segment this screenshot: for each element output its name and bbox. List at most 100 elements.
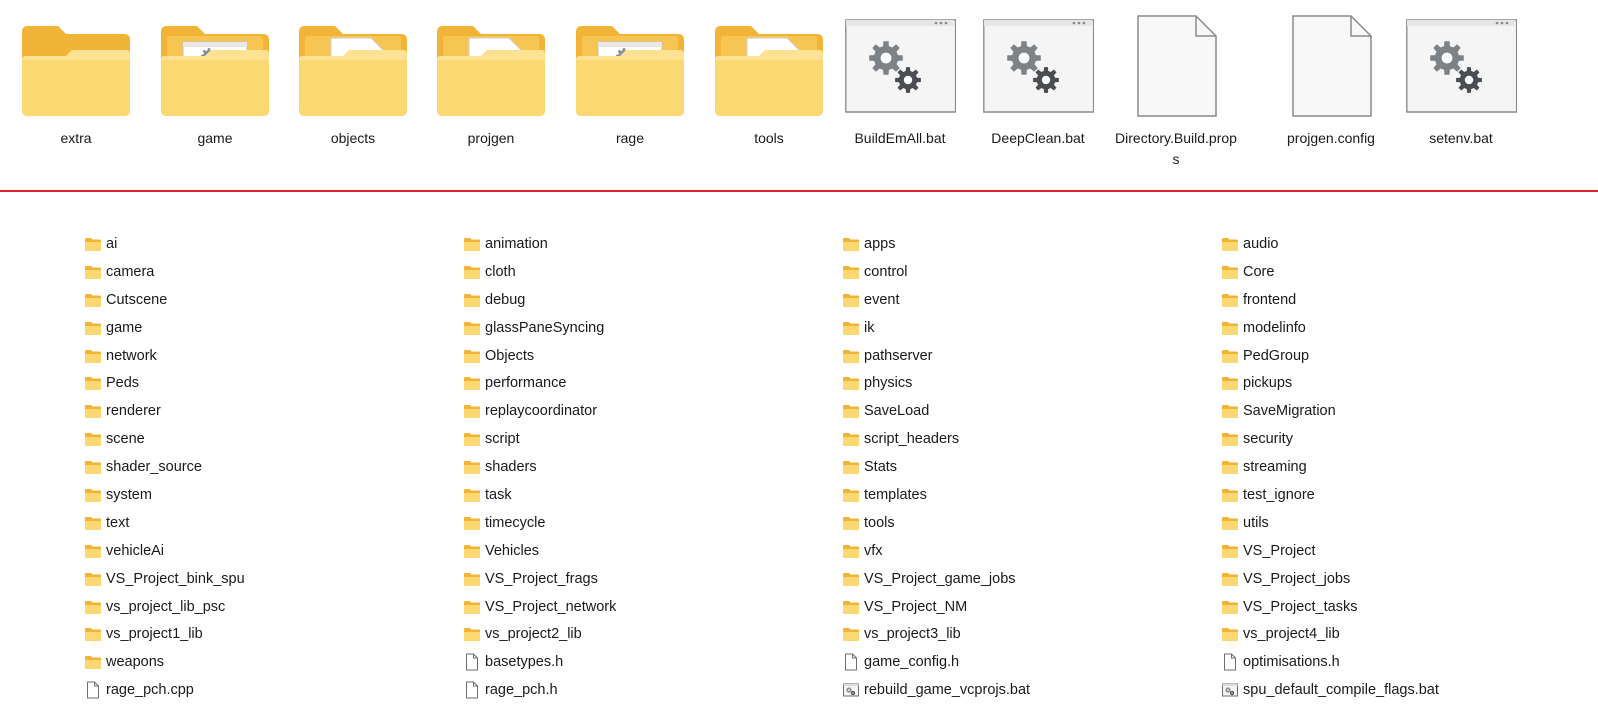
list-item[interactable]: optimisations.h	[1221, 648, 1591, 676]
list-item[interactable]: system	[84, 481, 454, 509]
item-name: VS_Project_jobs	[1243, 570, 1351, 587]
list-item[interactable]: replaycoordinator	[463, 397, 833, 425]
list-item[interactable]: vs_project_lib_psc	[84, 593, 454, 621]
folder-icon	[1221, 319, 1239, 337]
list-item[interactable]: renderer	[84, 397, 454, 425]
list-item[interactable]: vs_project4_lib	[1221, 620, 1591, 648]
folder-icon	[842, 486, 860, 504]
list-item[interactable]: rebuild_game_vcprojs.bat	[842, 676, 1212, 704]
list-item[interactable]: PedGroup	[1221, 342, 1591, 370]
list-item[interactable]: script	[463, 425, 833, 453]
list-item[interactable]: pathserver	[842, 342, 1212, 370]
list-item[interactable]: security	[1221, 425, 1591, 453]
folder-icon	[84, 374, 102, 392]
list-item[interactable]: pickups	[1221, 369, 1591, 397]
list-item[interactable]: shader_source	[84, 453, 454, 481]
list-item[interactable]: utils	[1221, 509, 1591, 537]
item-name: ai	[106, 235, 118, 252]
list-item[interactable]: VS_Project_network	[463, 593, 833, 621]
file-item-buildemall-bat[interactable]: BuildEmAll.bat	[838, 8, 962, 178]
folder-item-objects[interactable]: objects	[291, 8, 415, 178]
file-item-setenv-bat[interactable]: setenv.bat	[1399, 8, 1523, 178]
item-name: text	[106, 514, 130, 531]
list-item[interactable]: spu_default_compile_flags.bat	[1221, 676, 1591, 704]
list-item[interactable]: performance	[463, 369, 833, 397]
folder-icon	[84, 263, 102, 281]
file-item-directory-build-props[interactable]: Directory.Build.props	[1114, 8, 1238, 178]
item-name: vs_project_lib_psc	[106, 598, 226, 615]
list-item[interactable]: ai	[84, 230, 454, 258]
folder-icon	[84, 514, 102, 532]
list-item[interactable]: animation	[463, 230, 833, 258]
list-item[interactable]: basetypes.h	[463, 648, 833, 676]
list-item[interactable]: VS_Project_tasks	[1221, 593, 1591, 621]
list-item[interactable]: weapons	[84, 648, 454, 676]
list-item[interactable]: glassPaneSyncing	[463, 314, 833, 342]
list-item[interactable]: VS_Project_game_jobs	[842, 565, 1212, 593]
list-item[interactable]: control	[842, 258, 1212, 286]
list-item[interactable]: scene	[84, 425, 454, 453]
list-item[interactable]: ik	[842, 314, 1212, 342]
item-name: audio	[1243, 235, 1279, 252]
folder-icon	[84, 570, 102, 588]
folder-icon	[463, 570, 481, 588]
list-item[interactable]: cloth	[463, 258, 833, 286]
list-item[interactable]: physics	[842, 369, 1212, 397]
list-item[interactable]: streaming	[1221, 453, 1591, 481]
item-name: rage_pch.cpp	[106, 682, 194, 699]
list-item[interactable]: text	[84, 509, 454, 537]
folder-icon	[435, 14, 547, 118]
list-item[interactable]: test_ignore	[1221, 481, 1591, 509]
list-item[interactable]: Core	[1221, 258, 1591, 286]
list-item[interactable]: vs_project1_lib	[84, 620, 454, 648]
list-item[interactable]: event	[842, 286, 1212, 314]
list-item[interactable]: VS_Project_frags	[463, 565, 833, 593]
list-item[interactable]: game_config.h	[842, 648, 1212, 676]
list-item[interactable]: network	[84, 342, 454, 370]
list-item[interactable]: camera	[84, 258, 454, 286]
list-item[interactable]: timecycle	[463, 509, 833, 537]
list-item[interactable]: frontend	[1221, 286, 1591, 314]
batch-file-icon	[1221, 681, 1239, 699]
list-item[interactable]: shaders	[463, 453, 833, 481]
folder-icon	[463, 486, 481, 504]
list-item[interactable]: modelinfo	[1221, 314, 1591, 342]
list-item[interactable]: Peds	[84, 369, 454, 397]
list-item[interactable]: debug	[463, 286, 833, 314]
file-item-projgen-config[interactable]: projgen.config	[1269, 8, 1393, 178]
folder-item-tools[interactable]: tools	[707, 8, 831, 178]
list-item[interactable]: audio	[1221, 230, 1591, 258]
list-item[interactable]: VS_Project_bink_spu	[84, 565, 454, 593]
list-item[interactable]: tools	[842, 509, 1212, 537]
list-item[interactable]: Cutscene	[84, 286, 454, 314]
list-item[interactable]: SaveLoad	[842, 397, 1212, 425]
folder-icon	[842, 458, 860, 476]
folder-item-game[interactable]: game	[153, 8, 277, 178]
list-item[interactable]: vehicleAi	[84, 537, 454, 565]
list-item[interactable]: apps	[842, 230, 1212, 258]
file-item-deepclean-bat[interactable]: DeepClean.bat	[976, 8, 1100, 178]
item-name: renderer	[106, 403, 161, 420]
list-item[interactable]: Vehicles	[463, 537, 833, 565]
list-item[interactable]: game	[84, 314, 454, 342]
list-item[interactable]: SaveMigration	[1221, 397, 1591, 425]
folder-item-extra[interactable]: extra	[14, 8, 138, 178]
list-item[interactable]: Stats	[842, 453, 1212, 481]
list-item[interactable]: vfx	[842, 537, 1212, 565]
list-item[interactable]: vs_project3_lib	[842, 620, 1212, 648]
folder-item-projgen[interactable]: projgen	[429, 8, 553, 178]
list-item[interactable]: rage_pch.h	[463, 676, 833, 704]
list-item[interactable]: script_headers	[842, 425, 1212, 453]
list-item[interactable]: Objects	[463, 342, 833, 370]
file-icon	[84, 681, 102, 699]
list-item[interactable]: VS_Project_NM	[842, 593, 1212, 621]
list-item[interactable]: VS_Project	[1221, 537, 1591, 565]
list-item[interactable]: templates	[842, 481, 1212, 509]
file-icon	[463, 653, 481, 671]
folder-icon	[1221, 458, 1239, 476]
list-item[interactable]: vs_project2_lib	[463, 620, 833, 648]
list-item[interactable]: rage_pch.cpp	[84, 676, 454, 704]
folder-item-rage[interactable]: rage	[568, 8, 692, 178]
list-item[interactable]: VS_Project_jobs	[1221, 565, 1591, 593]
list-item[interactable]: task	[463, 481, 833, 509]
